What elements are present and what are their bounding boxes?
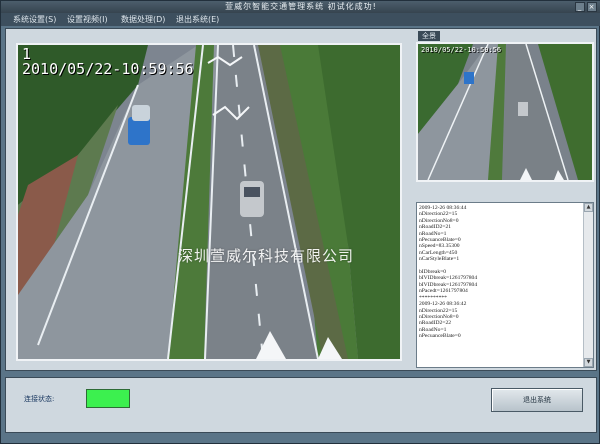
exit-system-button[interactable]: 退出系统	[491, 388, 583, 412]
menu-bar: 系统设置(S) 设置视频(I) 数据处理(D) 退出系统(E)	[1, 13, 600, 26]
app-window: 萱威尔智能交通管理系统 初试化成功! _ × 系统设置(S) 设置视频(I) 数…	[0, 0, 600, 444]
menu-item-exit-system[interactable]: 退出系统(E)	[176, 13, 219, 26]
log-lines: 2009-12-26 08:36:44 nDirection22=15 nDirec…	[419, 205, 581, 340]
main-video-frame: 1 2010/05/22-10:59:56	[16, 43, 402, 361]
thumbnail-feed[interactable]: 2010/05/22-10:59:56	[418, 44, 592, 180]
minimize-button[interactable]: _	[575, 2, 585, 12]
log-scrollbar[interactable]: ▲ ▼	[583, 203, 593, 367]
status-bar-panel: 连接状态: 退出系统	[5, 377, 597, 433]
menu-item-data-processing[interactable]: 数据处理(D)	[121, 13, 165, 26]
menu-item-video-settings[interactable]: 设置视频(I)	[67, 13, 108, 26]
event-log[interactable]: 2009-12-26 08:36:44 nDirection22=15 nDirec…	[416, 202, 594, 368]
window-title: 萱威尔智能交通管理系统 初试化成功!	[225, 2, 377, 11]
main-video-feed[interactable]: 1 2010/05/22-10:59:56	[18, 45, 400, 359]
road-scene	[18, 45, 400, 359]
scroll-down-arrow-icon[interactable]: ▼	[584, 358, 593, 367]
close-button[interactable]: ×	[587, 2, 597, 12]
thumbnail-osd: 2010/05/22-10:59:56	[421, 46, 501, 54]
thumbnail-road-scene	[418, 44, 592, 180]
main-panel: 1 2010/05/22-10:59:56 2010/05/22-10:59:5…	[5, 28, 597, 371]
thumbnail-timestamp: 2010/05/22-10:59:56	[421, 46, 502, 54]
menu-item-system-settings[interactable]: 系统设置(S)	[13, 13, 56, 26]
company-watermark: 深圳萱威尔科技有限公司	[178, 247, 355, 265]
video-timestamp: 2010/05/22-10:59:56	[22, 60, 194, 78]
connection-status-indicator	[86, 389, 130, 408]
title-bar: 萱威尔智能交通管理系统 初试化成功! _ ×	[1, 1, 600, 13]
thumbnail-frame: 2010/05/22-10:59:56	[416, 42, 594, 182]
scroll-up-arrow-icon[interactable]: ▲	[584, 203, 593, 212]
video-osd: 1 2010/05/22-10:59:56	[22, 47, 194, 77]
panorama-tab[interactable]: 全景	[418, 31, 440, 41]
connection-status-label: 连接状态:	[24, 395, 55, 403]
log-line: nPecuanceBlate=0	[419, 333, 461, 340]
